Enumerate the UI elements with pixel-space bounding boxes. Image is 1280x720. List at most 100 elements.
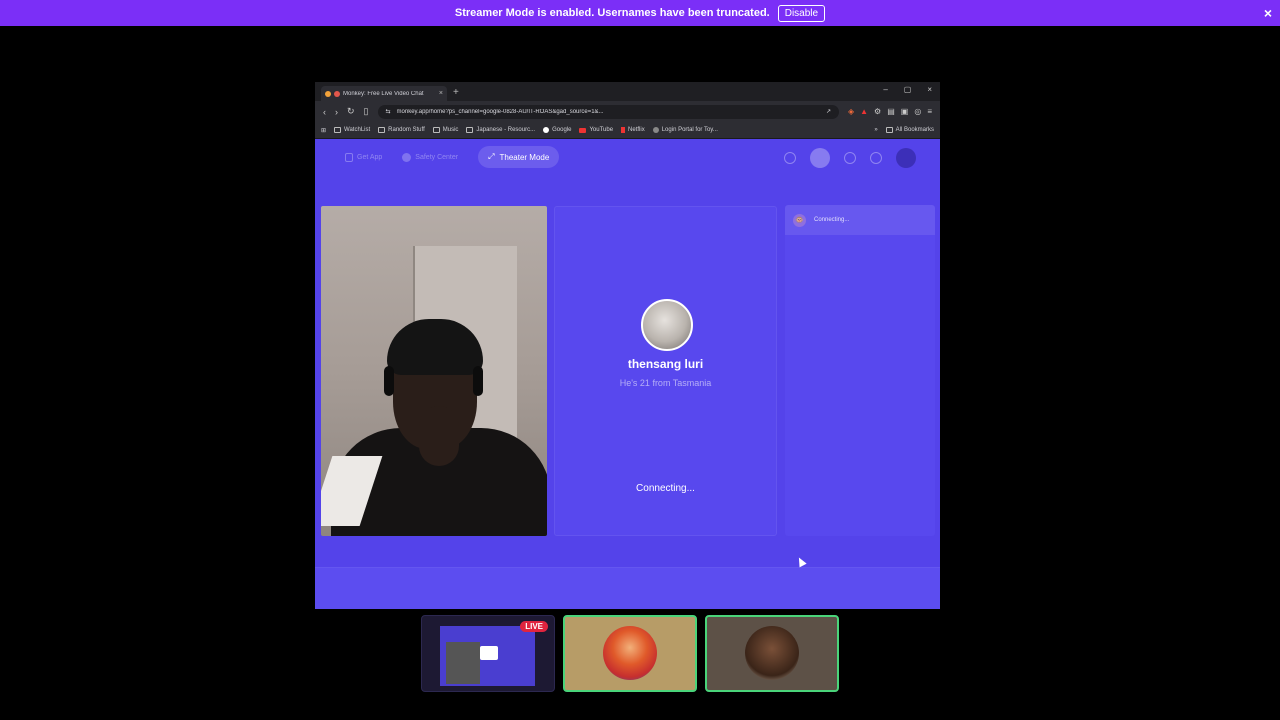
participant-thumbnail[interactable] — [705, 615, 839, 692]
bookmark-item[interactable]: Japanese - Resourc... — [466, 127, 535, 133]
bookmarks-bar: ⊞ WatchList Random Stuff Music Japanese … — [315, 122, 940, 139]
bookmark-label: YouTube — [589, 127, 614, 133]
apps-grid-icon[interactable]: ⊞ — [321, 127, 326, 134]
phone-icon — [345, 152, 353, 162]
new-tab-icon[interactable]: + — [453, 87, 459, 98]
folder-icon — [378, 127, 386, 133]
preview-video — [446, 642, 480, 684]
url-field[interactable]: ⇆ monkey.app/home?ps_channel=google-0828… — [377, 104, 839, 119]
browser-window: Monkey: Free Live Video Chat × + – ▢ × ‹… — [315, 82, 940, 609]
bookmark-item[interactable]: Netflix — [621, 127, 645, 133]
bookmark-label: Login Portal for Toy... — [661, 127, 718, 133]
site-info-icon[interactable]: ⇆ — [386, 108, 391, 115]
more-bookmarks-icon[interactable]: » — [874, 127, 877, 133]
bookmark-label: Random Stuff — [388, 127, 425, 133]
screen-share-icon — [480, 646, 498, 660]
streamer-mode-banner: Streamer Mode is enabled. Usernames have… — [0, 0, 1280, 26]
maximize-icon[interactable]: ▢ — [904, 85, 912, 94]
self-camera-video — [321, 206, 547, 536]
disable-streamer-mode-button[interactable]: Disable — [777, 4, 826, 22]
safety-center-label: Safety Center — [415, 153, 459, 161]
partner-avatar — [641, 299, 693, 351]
app-top-nav: Get App Safety Center ⤢ Theater Mode — [315, 142, 940, 172]
banana-icon[interactable] — [810, 148, 830, 168]
reload-icon[interactable]: ↻ — [347, 106, 355, 117]
vpn-icon[interactable]: ◎ — [914, 107, 921, 116]
tab-bar: Monkey: Free Live Video Chat × + – ▢ × — [315, 82, 940, 101]
extension-icons: ◈ ▲ ⚙ ▤ ▣ ◎ ≡ — [848, 107, 932, 116]
bookmark-item[interactable]: Music — [432, 127, 458, 133]
monkey-icon: 🐵 — [793, 213, 806, 227]
audio-favicon-icon — [334, 90, 340, 97]
expand-icon: ⤢ — [488, 152, 495, 161]
history-icon[interactable] — [844, 152, 856, 164]
folder-icon — [466, 127, 474, 133]
bookmark-item[interactable]: Random Stuff — [378, 127, 425, 133]
streamer-mode-message: Streamer Mode is enabled. Usernames have… — [454, 7, 770, 19]
bookmark-item[interactable]: YouTube — [579, 127, 613, 133]
participant-thumbnail[interactable] — [563, 615, 697, 692]
youtube-icon — [579, 127, 587, 133]
partner-info: He's 21 from Tasmania — [619, 378, 712, 388]
partner-panel: thensang luri He's 21 from Tasmania Conn… — [554, 206, 777, 536]
headphone-left — [384, 366, 394, 396]
forward-icon[interactable]: › — [335, 107, 338, 117]
back-icon[interactable]: ‹ — [323, 107, 326, 117]
bookmark-label: Netflix — [628, 127, 645, 133]
bookmark-label: Japanese - Resourc... — [476, 127, 536, 133]
search-icon[interactable] — [784, 152, 796, 164]
close-icon[interactable]: × — [1264, 5, 1272, 21]
video-stage: thensang luri He's 21 from Tasmania Conn… — [321, 205, 935, 536]
headphone-right — [473, 366, 483, 396]
menu-icon[interactable]: ≡ — [927, 107, 932, 116]
page-bottom-bar — [315, 567, 940, 609]
friends-icon[interactable] — [870, 152, 882, 164]
bookmark-item[interactable]: Google — [543, 127, 571, 133]
all-bookmarks-label: All Bookmarks — [895, 127, 934, 133]
netflix-icon — [621, 127, 626, 133]
google-icon — [543, 127, 550, 133]
theater-mode-label: Theater Mode — [499, 152, 550, 162]
bookmark-label: Google — [552, 127, 572, 133]
monkey-app-page: Get App Safety Center ⤢ Theater Mode the… — [315, 139, 940, 609]
bookmark-label: WatchList — [344, 127, 371, 133]
tab-favicon-icon — [325, 90, 331, 97]
bookmark-icon[interactable]: ▯ — [364, 106, 369, 117]
folder-icon — [885, 127, 893, 133]
profile-avatar[interactable] — [896, 148, 916, 168]
globe-icon — [652, 127, 659, 133]
connecting-status: Connecting... — [636, 483, 695, 494]
tab-title: Monkey: Free Live Video Chat — [343, 90, 424, 97]
participant-avatar — [745, 626, 799, 680]
url-text: monkey.app/home?ps_channel=google-0828-A… — [396, 108, 604, 115]
wallet-icon[interactable]: ▣ — [901, 107, 909, 116]
browser-tab[interactable]: Monkey: Free Live Video Chat × — [321, 86, 447, 101]
participant-strip: LIVE — [421, 615, 839, 692]
puzzle-icon[interactable]: ⚙ — [874, 107, 881, 116]
screen-share-preview — [440, 626, 535, 686]
sidebar-icon[interactable]: ▤ — [887, 107, 895, 116]
rewards-icon[interactable]: ▲ — [860, 107, 868, 116]
chat-header: 🐵 Connecting... — [785, 205, 935, 235]
person-hand — [419, 406, 459, 466]
folder-icon — [334, 127, 342, 133]
live-badge: LIVE — [520, 621, 548, 632]
all-bookmarks[interactable]: All Bookmarks — [885, 127, 934, 133]
bookmark-item[interactable]: WatchList — [334, 127, 370, 133]
tab-close-icon[interactable]: × — [439, 90, 443, 97]
minimize-icon[interactable]: – — [883, 85, 887, 94]
bookmark-item[interactable]: Login Portal for Toy... — [652, 127, 718, 133]
theater-mode-button[interactable]: ⤢ Theater Mode — [478, 146, 560, 168]
brave-shield-icon[interactable]: ◈ — [848, 107, 854, 116]
window-close-icon[interactable]: × — [927, 85, 932, 94]
screen-share-thumbnail[interactable]: LIVE — [421, 615, 555, 692]
shield-icon — [402, 152, 412, 162]
partner-name: thensang luri — [627, 357, 704, 371]
share-icon[interactable]: ↗ — [826, 108, 831, 115]
address-bar: ‹ › ↻ ▯ ⇆ monkey.app/home?ps_channel=goo… — [315, 101, 940, 122]
chat-panel: 🐵 Connecting... — [785, 205, 935, 536]
safety-center-link[interactable]: Safety Center — [402, 152, 459, 162]
get-app-label: Get App — [357, 153, 383, 161]
folder-icon — [432, 127, 440, 133]
get-app-link[interactable]: Get App — [345, 152, 383, 162]
